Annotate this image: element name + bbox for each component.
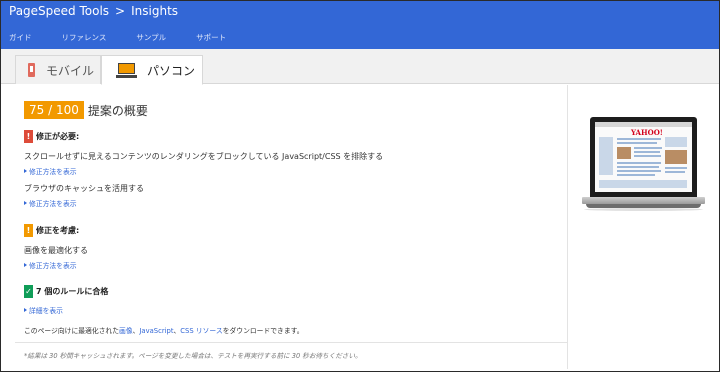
top-nav: ガイド リファレンス サンプル サポート [9, 32, 256, 43]
device-tabs: モバイル パソコン [1, 49, 719, 85]
checkmark-icon: ✓ [24, 285, 33, 298]
show-fix-link-browser-caching[interactable]: 修正方法を表示 [24, 198, 77, 208]
consider-fixing-heading: ! 修正を考慮: [24, 224, 79, 237]
tab-mobile-label: モバイル [46, 63, 95, 78]
should-fix-label: 修正が必要: [36, 132, 80, 141]
warning-red-icon: ! [24, 130, 33, 143]
show-fix-link-optimize-images[interactable]: 修正方法を表示 [24, 260, 77, 270]
nav-item-samples[interactable]: サンプル [136, 32, 166, 43]
triangle-right-icon [24, 263, 27, 267]
show-fix-link-render-blocking[interactable]: 修正方法を表示 [24, 166, 77, 176]
tab-mobile[interactable]: モバイル [15, 55, 101, 84]
should-fix-heading: ! 修正が必要: [24, 130, 79, 143]
nav-item-support[interactable]: サポート [196, 32, 226, 43]
tab-desktop-label: パソコン [147, 63, 196, 78]
warning-orange-icon: ! [24, 224, 33, 237]
triangle-right-icon [24, 169, 27, 173]
laptop-base [582, 197, 705, 204]
tab-desktop[interactable]: パソコン [101, 55, 203, 85]
page-title[interactable]: Insights [131, 4, 178, 18]
download-css-link[interactable]: CSS リソース [180, 327, 222, 335]
page-frame: PageSpeed Tools > Insights ガイド リファレンス サン… [0, 0, 720, 372]
rule-render-blocking: スクロールせずに見えるコンテンツのレンダリングをブロックしている JavaScr… [24, 152, 384, 161]
breadcrumb: PageSpeed Tools > Insights [9, 4, 178, 18]
download-javascript-link[interactable]: JavaScript [139, 327, 173, 335]
laptop-preview-image: YAHOO! [582, 117, 705, 213]
score-summary: 75 / 100 提案の概要 [24, 101, 148, 119]
top-header: PageSpeed Tools > Insights ガイド リファレンス サン… [1, 1, 719, 49]
divider [15, 342, 567, 343]
download-optimized-resources: このページ向けに最適化された画像、JavaScript、CSS リソースをダウン… [24, 327, 304, 335]
nav-item-guide[interactable]: ガイド [9, 32, 32, 43]
cache-note: *結果は 30 秒間キャッシュされます。ページを変更した場合は、テストを再実行す… [24, 352, 362, 360]
breadcrumb-separator: > [115, 4, 126, 18]
desktop-computer-icon [116, 62, 137, 78]
rule-optimize-images: 画像を最適化する [24, 246, 88, 255]
triangle-right-icon [24, 201, 27, 205]
mobile-phone-icon [28, 63, 35, 77]
show-details-link[interactable]: 詳細を表示 [24, 305, 63, 315]
consider-fixing-label: 修正を考慮: [36, 226, 80, 235]
page-preview-panel: YAHOO! [567, 85, 719, 369]
triangle-right-icon [24, 308, 27, 312]
passed-rules-heading: ✓ 7 個のルールに合格 [24, 285, 108, 298]
score-badge: 75 / 100 [24, 101, 84, 119]
rule-browser-caching: ブラウザのキャッシュを活用する [24, 184, 144, 193]
preview-site-logo: YAHOO! [631, 128, 663, 137]
results-panel: 75 / 100 提案の概要 ! 修正が必要: スクロールせずに見えるコンテンツ… [15, 85, 567, 367]
nav-item-reference[interactable]: リファレンス [62, 32, 107, 43]
screenshot-thumbnail: YAHOO! [595, 122, 692, 192]
summary-title: 提案の概要 [87, 103, 148, 118]
laptop-lid: YAHOO! [590, 117, 697, 197]
product-title[interactable]: PageSpeed Tools [9, 4, 109, 18]
download-images-link[interactable]: 画像 [119, 327, 133, 335]
passed-rules-label: 7 個のルールに合格 [36, 287, 109, 296]
